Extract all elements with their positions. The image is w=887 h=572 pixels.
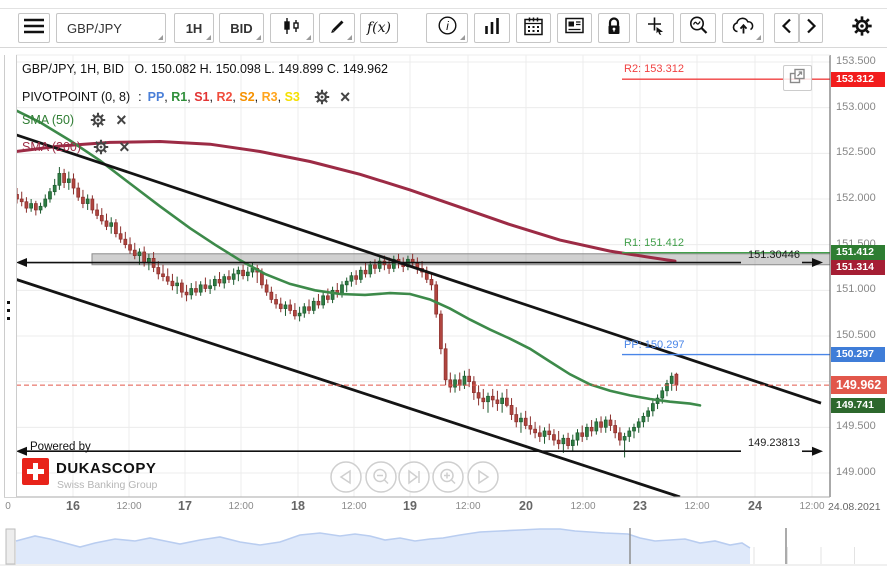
pivot-settings-icon[interactable] — [314, 89, 330, 105]
instrument-panel-splitter[interactable] — [4, 55, 17, 497]
brand-name: DUKASCOPY — [56, 460, 157, 477]
sma50-close-icon[interactable]: × — [116, 111, 127, 129]
swiss-flag-icon — [22, 458, 49, 485]
splitter-handle-dot — [7, 317, 10, 320]
time-tick-label: 12:00 — [570, 501, 596, 512]
price-badge-151.412: 151.412 — [831, 245, 885, 261]
pivot-level-S2: S2 — [239, 90, 255, 104]
pivot-level-PP: PP — [147, 90, 165, 104]
time-tick-label: 12:00 — [799, 501, 825, 512]
pivotpoint-name: PIVOTPOINT (0, 8) — [22, 90, 131, 104]
splitter-handle-dot — [7, 301, 10, 304]
splitter-handle-dot — [7, 309, 10, 312]
detach-chart-button[interactable] — [783, 65, 812, 91]
powered-by-text: Powered by — [30, 441, 91, 453]
sma50-legend: SMA (50) × — [22, 111, 127, 129]
price-tick-label: 150.500 — [836, 328, 876, 341]
price-tick-label: 153.000 — [836, 100, 876, 113]
time-tick-label: 12:00 — [684, 501, 710, 512]
ohlc-values: O. 150.082 H. 150.098 L. 149.899 C. 149.… — [134, 62, 388, 76]
time-tick-label: 24 — [748, 499, 762, 513]
pivot-level-R1: R1 — [171, 90, 188, 104]
pivot-line-label: R2: 153.312 — [624, 63, 684, 76]
price-badge-151.314: 151.314 — [831, 260, 885, 276]
ray-price-label: 151.30446 — [748, 248, 800, 261]
time-tick-label: 12:00 — [116, 501, 142, 512]
sma50-settings-icon[interactable] — [90, 112, 106, 128]
ohlc-legend: GBP/JPY, 1H, BID O. 150.082 H. 150.098 L… — [22, 62, 388, 76]
sma200-legend: SMA (200) × — [22, 138, 130, 156]
zoom-out-button[interactable] — [365, 461, 397, 493]
pivot-colon: : — [138, 90, 142, 104]
pivot-level-S3: S3 — [284, 90, 300, 104]
pivotpoint-legend: PIVOTPOINT (0, 8) : PP, R1, S1, R2, S2, … — [22, 88, 351, 106]
pivot-level-R3: R3 — [261, 90, 278, 104]
step-forward-button[interactable] — [467, 461, 499, 493]
sma200-settings-icon[interactable] — [93, 139, 109, 155]
ray-price-label: 149.23813 — [748, 437, 800, 450]
price-tick-label: 149.500 — [836, 420, 876, 433]
brand-tagline: Swiss Banking Group — [57, 479, 158, 491]
go-to-end-button[interactable] — [398, 461, 430, 493]
dukascopy-logo: DUKASCOPY Swiss Banking Group — [22, 458, 282, 496]
pivot-level-S1: S1 — [194, 90, 210, 104]
sma50-label: SMA (50) — [22, 113, 75, 127]
time-tick-label: 23 — [633, 499, 647, 513]
price-tick-label: 152.500 — [836, 146, 876, 159]
step-back-button[interactable] — [330, 461, 362, 493]
price-badge-150.297: 150.297 — [831, 347, 885, 363]
ohlc-symbol: GBP/JPY, 1H, BID — [22, 62, 124, 76]
time-tick-label: 0 — [5, 501, 11, 512]
time-tick-label: 18 — [291, 499, 305, 513]
price-tick-label: 153.500 — [836, 55, 876, 67]
pivot-level-R2: R2 — [216, 90, 233, 104]
time-tick-label: 12:00 — [228, 501, 254, 512]
price-badge-149.741: 149.741 — [831, 397, 885, 413]
pivot-close-icon[interactable]: × — [340, 88, 351, 106]
price-badge-149.962: 149.962 — [831, 376, 887, 395]
pivot-line-label: PP: 150.297 — [624, 338, 685, 351]
time-tick-label: 20 — [519, 499, 533, 513]
pivot-level-list: PP, R1, S1, R2, S2, R3, S3 — [147, 90, 300, 104]
pivot-line-label: R1: 151.412 — [624, 236, 684, 249]
price-badge-153.312: 153.312 — [831, 71, 885, 87]
price-tick-label: 152.000 — [836, 191, 876, 204]
sma200-label: SMA (200) — [22, 140, 82, 154]
zoom-in-button[interactable] — [432, 461, 464, 493]
trading-chart-app: GBP/JPY 1H BID f(x) i GBP/JPY, 1H, BID O… — [0, 0, 887, 572]
sma200-close-icon[interactable]: × — [119, 138, 130, 156]
time-tick-label: 12:00 — [455, 501, 481, 512]
price-tick-label: 149.000 — [836, 465, 876, 478]
time-tick-label: 19 — [403, 499, 417, 513]
time-tick-label: 17 — [178, 499, 192, 513]
time-tick-label: 16 — [66, 499, 80, 513]
axis-date-label: 24.08.2021 — [828, 501, 881, 513]
open-in-window-icon — [789, 68, 806, 89]
price-tick-label: 151.000 — [836, 283, 876, 296]
time-tick-label: 12:00 — [341, 501, 367, 512]
